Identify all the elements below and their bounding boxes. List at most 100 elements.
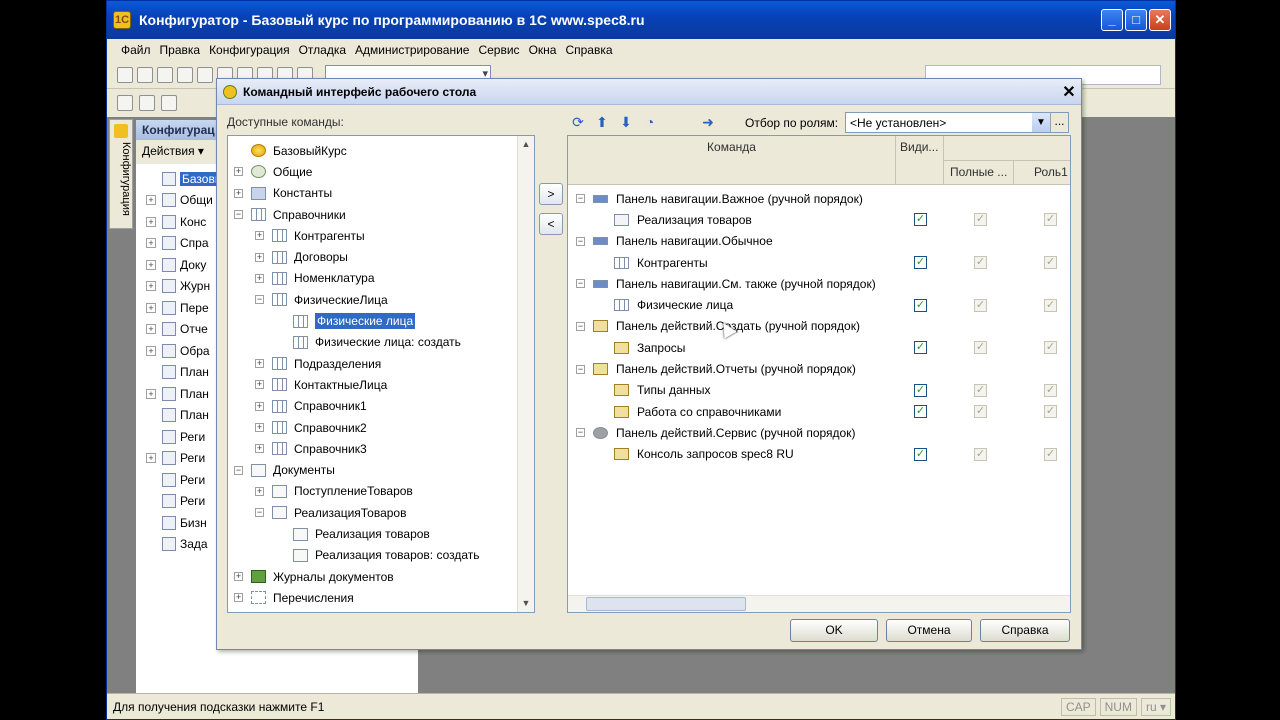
cut-icon[interactable] <box>177 66 193 83</box>
expand-icon[interactable]: − <box>234 465 243 475</box>
close-button[interactable]: ✕ <box>1149 9 1171 31</box>
role1-checkbox[interactable]: ✓ <box>1044 341 1057 355</box>
visible-checkbox[interactable]: ✓ <box>914 383 927 397</box>
expand-icon[interactable]: + <box>255 423 264 433</box>
expand-icon[interactable]: + <box>255 231 264 241</box>
tree-item[interactable]: Физические лица: создать <box>276 332 461 353</box>
tree-item[interactable]: + Контрагенты <box>255 225 365 246</box>
expand-icon[interactable]: + <box>255 486 264 496</box>
expand-icon[interactable]: + <box>146 238 156 249</box>
tree-item[interactable]: − ФизическиеЛица <box>255 289 388 310</box>
command-row[interactable]: Контрагенты <box>568 252 1070 273</box>
chevron-down-icon[interactable]: ▼ <box>1032 113 1050 132</box>
role1-checkbox[interactable]: ✓ <box>1044 255 1057 269</box>
db-icon[interactable] <box>161 95 177 111</box>
command-group-row[interactable]: − Панель действий.Сервис (ручной порядок) <box>568 422 1070 443</box>
command-row[interactable]: Реализация товаров <box>568 209 1070 230</box>
command-group-row[interactable]: − Панель действий.Создать (ручной порядок… <box>568 316 1070 337</box>
column-role1[interactable]: Роль1 <box>1014 160 1070 185</box>
full-checkbox[interactable]: ✓ <box>974 405 987 418</box>
tree-item[interactable]: + Справочник2 <box>255 417 367 438</box>
full-checkbox[interactable]: ✓ <box>974 255 987 269</box>
expand-icon[interactable]: + <box>255 401 264 411</box>
tree-item[interactable]: + КонтактныеЛица <box>255 374 387 395</box>
role-filter-select[interactable]: <Не установлен> ▼ ... <box>845 112 1069 133</box>
tree-vertical-scrollbar[interactable]: ▲ ▼ <box>517 136 534 612</box>
menu-windows[interactable]: Окна <box>529 43 557 57</box>
remove-command-button[interactable]: < <box>539 213 563 235</box>
expand-icon[interactable]: + <box>255 252 264 262</box>
command-row[interactable]: Запросы <box>568 337 1070 358</box>
expand-icon[interactable] <box>276 529 285 539</box>
expand-icon[interactable]: − <box>255 508 264 518</box>
full-checkbox[interactable]: ✓ <box>974 447 987 461</box>
full-checkbox[interactable]: ✓ <box>974 298 987 312</box>
new-icon[interactable] <box>117 66 133 83</box>
expand-icon[interactable]: − <box>255 295 264 305</box>
command-row[interactable]: Работа со справочниками <box>568 401 1070 422</box>
expand-icon[interactable] <box>146 173 156 184</box>
expand-icon[interactable]: + <box>146 302 156 313</box>
command-group-row[interactable]: − Панель действий.Отчеты (ручной порядок) <box>568 358 1070 379</box>
command-row[interactable]: Консоль запросов spec8 RU <box>568 444 1070 465</box>
expand-icon[interactable]: + <box>255 444 264 454</box>
role1-checkbox[interactable]: ✓ <box>1044 383 1057 397</box>
tree-icon[interactable] <box>117 95 133 111</box>
role1-checkbox[interactable]: ✓ <box>1044 405 1057 418</box>
tree-item[interactable]: − Справочники <box>234 204 346 225</box>
collapse-icon[interactable]: − <box>576 321 585 331</box>
expand-icon[interactable] <box>146 517 156 528</box>
expand-icon[interactable] <box>276 337 285 347</box>
tree-item[interactable]: − РеализацияТоваров <box>255 502 406 523</box>
ok-button[interactable]: OK <box>790 619 878 642</box>
dialog-close-icon[interactable]: ✕ <box>1057 82 1081 102</box>
visible-checkbox[interactable]: ✓ <box>914 341 927 355</box>
configuration-side-tab[interactable]: Конфигурация <box>109 119 133 229</box>
tree-item[interactable]: + Справочник1 <box>255 396 367 417</box>
command-group-row[interactable]: − Панель навигации.Важное (ручной порядок… <box>568 188 1070 209</box>
tree-item[interactable]: − Документы <box>234 460 335 481</box>
expand-icon[interactable] <box>146 410 156 421</box>
expand-icon[interactable] <box>146 474 156 485</box>
expand-icon[interactable]: + <box>146 281 156 292</box>
expand-icon[interactable]: + <box>146 259 156 270</box>
menu-file[interactable]: Файл <box>121 43 151 57</box>
cancel-button[interactable]: Отмена <box>886 619 972 642</box>
expand-icon[interactable]: + <box>146 324 156 335</box>
menu-edit[interactable]: Правка <box>160 43 201 57</box>
expand-icon[interactable] <box>146 431 156 442</box>
expand-icon[interactable]: + <box>234 593 243 603</box>
tree-item[interactable]: + Справочник3 <box>255 438 367 459</box>
apply-filter-icon[interactable]: ➜ <box>699 113 717 131</box>
tree-item[interactable]: + ПоступлениеТоваров <box>255 481 413 502</box>
expand-icon[interactable]: + <box>255 273 264 283</box>
add-command-button[interactable]: > <box>539 183 563 205</box>
role1-checkbox[interactable]: ✓ <box>1044 298 1057 312</box>
expand-icon[interactable]: + <box>146 216 156 227</box>
open-icon[interactable] <box>137 66 153 83</box>
expand-icon[interactable] <box>146 367 156 378</box>
tree-item[interactable]: + Общие <box>234 161 312 182</box>
move-up-icon[interactable]: ⬆ <box>593 113 611 131</box>
collapse-icon[interactable]: − <box>576 279 585 289</box>
tree-item[interactable]: + Журналы документов <box>234 566 394 587</box>
full-checkbox[interactable]: ✓ <box>974 213 987 227</box>
tree-item[interactable]: Реализация товаров: создать <box>276 545 480 566</box>
language-indicator[interactable]: ru ▾ <box>1140 697 1171 716</box>
tree-item-selected[interactable]: Физические лица <box>276 310 416 331</box>
expand-icon[interactable] <box>276 316 285 326</box>
column-command[interactable]: Команда <box>568 136 896 184</box>
column-visible[interactable]: Види... <box>896 136 944 184</box>
collapse-icon[interactable]: − <box>576 194 585 204</box>
collapse-icon[interactable]: − <box>576 236 585 246</box>
maximize-button[interactable]: □ <box>1125 9 1147 31</box>
scroll-down-icon[interactable]: ▼ <box>518 595 534 612</box>
collapse-icon[interactable]: − <box>576 428 585 438</box>
expand-icon[interactable] <box>146 496 156 507</box>
scroll-thumb[interactable] <box>586 597 746 611</box>
full-checkbox[interactable]: ✓ <box>974 383 987 397</box>
menu-configuration[interactable]: Конфигурация <box>209 43 290 57</box>
menu-service[interactable]: Сервис <box>478 43 519 57</box>
collapse-icon[interactable]: − <box>576 364 585 374</box>
expand-icon[interactable]: + <box>146 388 156 399</box>
